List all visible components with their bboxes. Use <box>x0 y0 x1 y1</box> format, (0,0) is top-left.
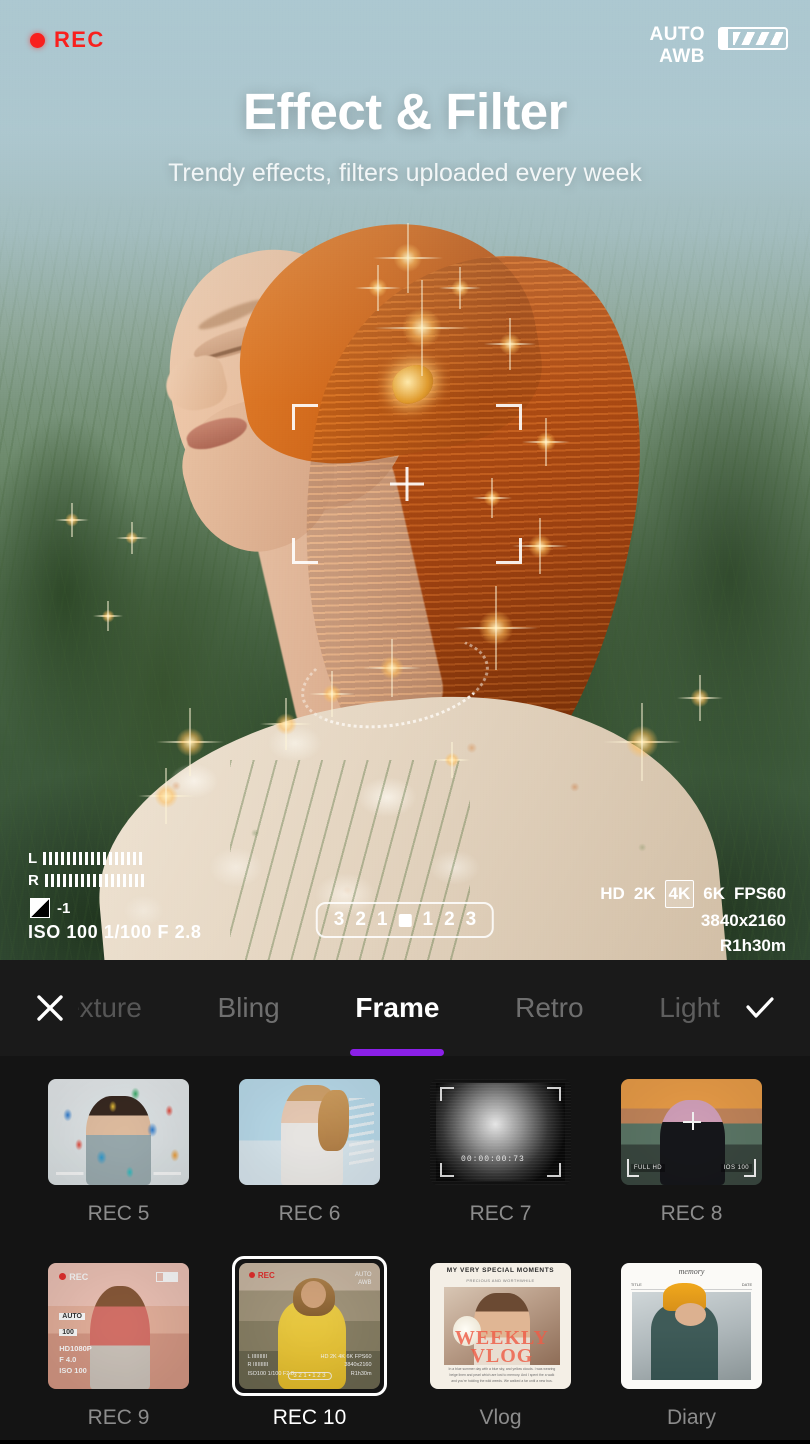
frame-item-rec7[interactable]: 00:00:00:73 REC 7 <box>412 1072 589 1240</box>
frame-item-vlog[interactable]: MY VERY SPECIAL MOMENTS PRECIOUS AND WOR… <box>412 1256 589 1444</box>
check-icon <box>746 997 774 1018</box>
tab-texture[interactable]: exture <box>78 960 148 1056</box>
frame-thumb-rec5 <box>48 1079 189 1185</box>
frame-thumb-rec8: FULL HD IOS 100 <box>621 1079 762 1185</box>
frame-thumb-rec7: 00:00:00:73 <box>430 1079 571 1185</box>
frame-thumb-wrap-vlog[interactable]: MY VERY SPECIAL MOMENTS PRECIOUS AND WOR… <box>423 1256 578 1396</box>
frame-thumb-diary-script: memory <box>678 1266 705 1276</box>
frame-thumb-rec9-chip-iso: 100 <box>59 1328 77 1336</box>
close-button[interactable] <box>22 980 78 1036</box>
frame-thumb-rec8-tag-left: FULL HD <box>630 1164 666 1173</box>
close-icon <box>37 995 63 1021</box>
frame-item-rec8[interactable]: FULL HD IOS 100 REC 8 <box>603 1072 780 1240</box>
frame-thumb-rec9-rec: REC <box>69 1271 89 1282</box>
frame-label-rec6: REC 6 <box>278 1202 341 1225</box>
effects-editor-panel: exture Bling Frame Retro Light REC 5 <box>0 960 810 1440</box>
frame-thumb-rec9-chip-auto: AUTO <box>59 1313 85 1321</box>
page-title: Effect & Filter <box>242 83 568 140</box>
frame-grid-row-2: REC AUTO 100 HD1080P F 4.0 ISO 100 REC 9… <box>0 1240 810 1444</box>
frame-thumb-vlog-header: MY VERY SPECIAL MOMENTS <box>446 1266 555 1274</box>
hero-heading-block: Effect & Filter Trendy effects, filters … <box>0 82 810 188</box>
frame-label-rec7: REC 7 <box>469 1202 532 1225</box>
frame-thumb-wrap-rec6[interactable] <box>232 1072 387 1192</box>
frame-label-rec8: REC 8 <box>660 1202 723 1225</box>
frame-thumb-vlog-body: In a blue summer day with a blue sky, an… <box>448 1366 556 1383</box>
tab-bling[interactable]: Bling <box>211 960 285 1056</box>
frame-thumb-rec10-zoom-pill: 3 2 1 ▪ 1 2 3 <box>287 1372 332 1381</box>
frame-thumb-rec9-meta: HD1080P F 4.0 ISO 100 <box>59 1343 92 1376</box>
frame-thumb-rec6 <box>239 1079 380 1185</box>
frame-thumb-wrap-diary[interactable]: memory TITLE DATE <box>614 1256 769 1396</box>
frame-label-rec5: REC 5 <box>87 1202 150 1225</box>
frame-item-rec10[interactable]: REC AUTO AWB L IIIIIIIIII R IIIIIIIIII I… <box>221 1256 398 1444</box>
frame-thumb-rec7-timecode: 00:00:00:73 <box>461 1154 525 1164</box>
frame-thumb-diary: memory TITLE DATE <box>621 1263 762 1389</box>
frame-thumb-vlog-subheader: PRECIOUS AND WORTHWHILE <box>466 1278 535 1284</box>
frame-thumb-wrap-rec10[interactable]: REC AUTO AWB L IIIIIIIIII R IIIIIIIIII I… <box>232 1256 387 1396</box>
frame-thumb-vlog-title: WEEKLY VLOG <box>454 1326 549 1368</box>
subject-flower-stems <box>230 760 470 960</box>
frame-item-rec9[interactable]: REC AUTO 100 HD1080P F 4.0 ISO 100 REC 9 <box>30 1256 207 1444</box>
frame-label-diary: Diary <box>666 1406 716 1429</box>
frame-thumb-diary-title-label: TITLE <box>630 1281 642 1287</box>
frame-thumb-wrap-rec8[interactable]: FULL HD IOS 100 <box>614 1072 769 1192</box>
tab-scroller[interactable]: exture Bling Frame Retro Light <box>78 960 732 1056</box>
effect-category-tabbar: exture Bling Frame Retro Light <box>0 960 810 1056</box>
frame-thumb-rec10-rec: REC <box>257 1270 275 1280</box>
frame-item-rec6[interactable]: REC 6 <box>221 1072 398 1240</box>
tab-frame[interactable]: Frame <box>349 960 445 1056</box>
photo-preview[interactable]: REC AUTO AWB L R -1 ISO 100 1/100 F 2.8 … <box>0 0 810 960</box>
frame-thumb-wrap-rec9[interactable]: REC AUTO 100 HD1080P F 4.0 ISO 100 <box>41 1256 196 1396</box>
frame-thumb-vlog: MY VERY SPECIAL MOMENTS PRECIOUS AND WOR… <box>430 1263 571 1389</box>
page-subtitle: Trendy effects, filters uploaded every w… <box>168 159 642 187</box>
frame-thumb-rec8-tag-right: IOS 100 <box>720 1164 753 1173</box>
frame-thumb-wrap-rec5[interactable] <box>41 1072 196 1192</box>
frame-thumb-wrap-rec7[interactable]: 00:00:00:73 <box>423 1072 578 1192</box>
frame-label-vlog: Vlog <box>479 1406 522 1429</box>
frame-thumb-rec9: REC AUTO 100 HD1080P F 4.0 ISO 100 <box>48 1263 189 1389</box>
frame-item-rec5[interactable]: REC 5 <box>30 1072 207 1240</box>
frame-label-rec9: REC 9 <box>87 1406 150 1429</box>
frame-label-rec10: REC 10 <box>272 1406 347 1429</box>
frame-thumb-rec9-battery-icon <box>155 1271 178 1282</box>
frame-item-diary[interactable]: memory TITLE DATE Diary <box>603 1256 780 1444</box>
tab-light[interactable]: Light <box>653 960 726 1056</box>
frame-thumb-rec10-awb: AUTO AWB <box>354 1271 372 1286</box>
tab-retro[interactable]: Retro <box>509 960 589 1056</box>
frame-thumb-diary-date-label: DATE <box>741 1281 753 1287</box>
frame-grid-row-1: REC 5 REC 6 00:00:00:73 REC 7 FULL HD IO… <box>0 1056 810 1240</box>
frame-thumb-rec10: REC AUTO AWB L IIIIIIIIII R IIIIIIIIII I… <box>239 1263 380 1389</box>
confirm-button[interactable] <box>732 980 788 1036</box>
